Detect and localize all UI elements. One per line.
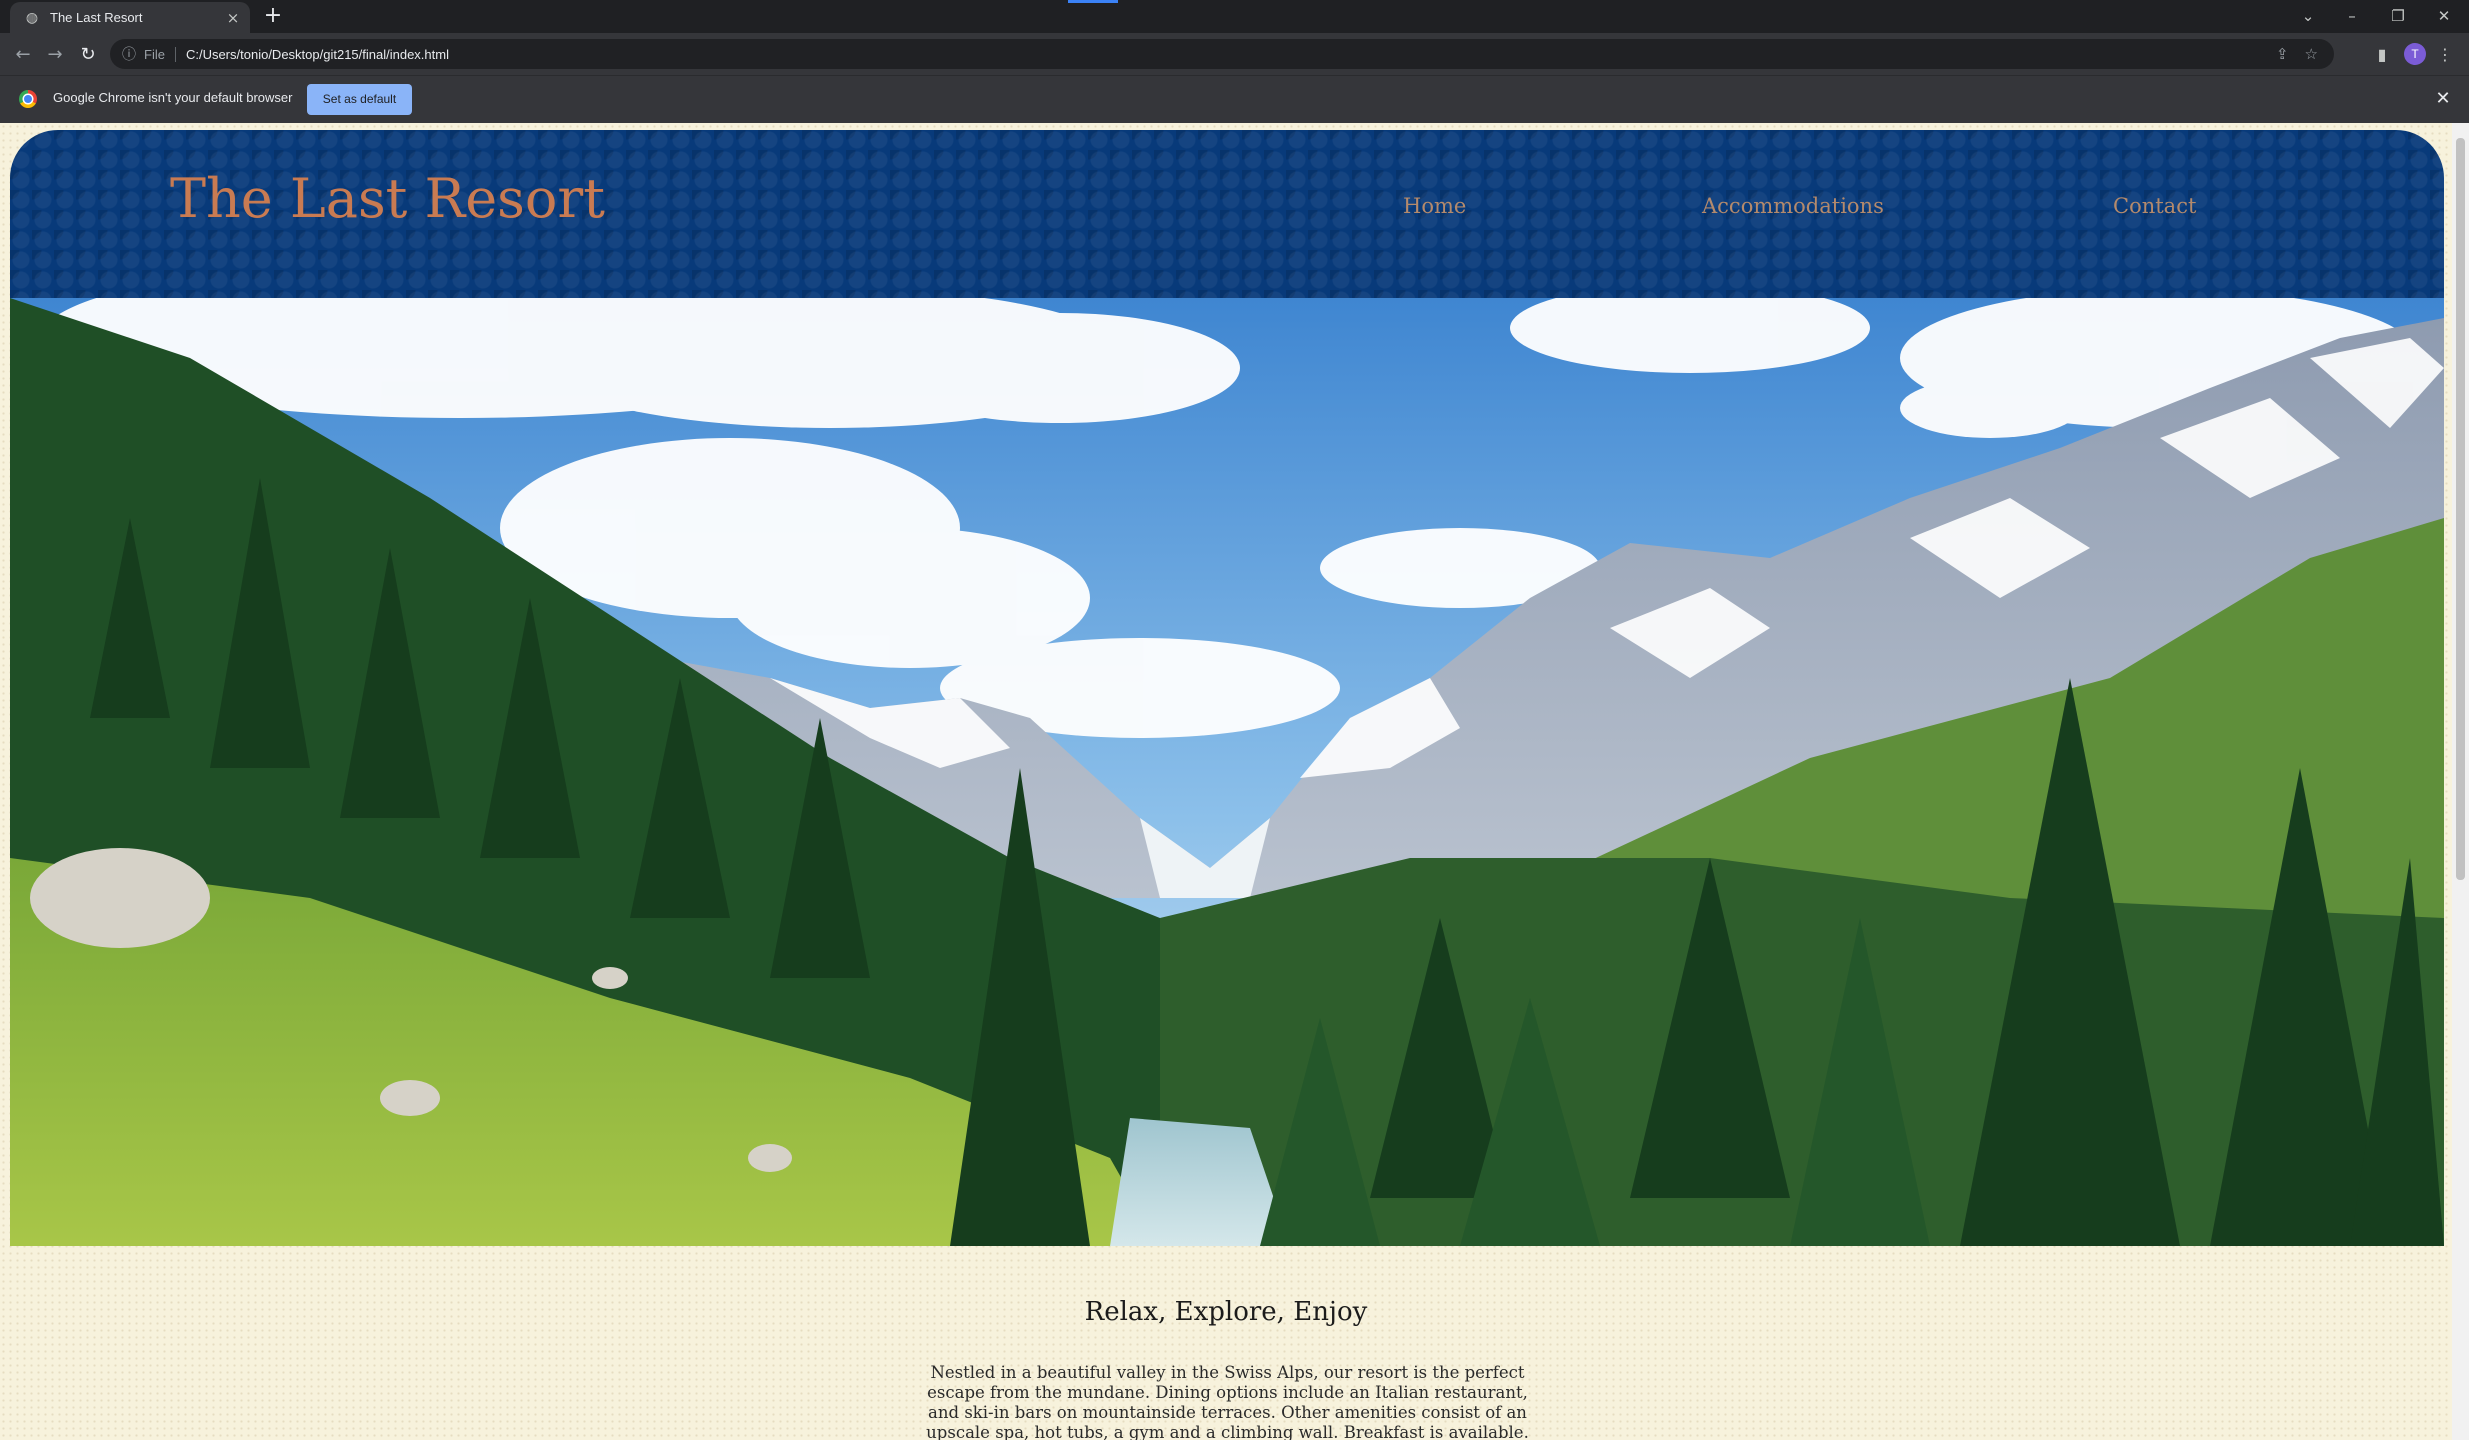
profile-avatar[interactable]: T: [2404, 43, 2426, 65]
browser-toolbar: ← → ↻ ⓘ File C:/Users/tonio/Desktop/git2…: [0, 33, 2469, 75]
reload-icon[interactable]: ↻: [75, 42, 101, 68]
back-arrow-icon[interactable]: ←: [10, 42, 36, 68]
new-tab-plus-icon[interactable]: +: [262, 5, 284, 27]
forward-arrow-icon[interactable]: →: [42, 42, 68, 68]
browser-tab-strip: ◍ The Last Resort × + ⌄ – ❐ ✕: [0, 0, 2469, 33]
infobar-message: Google Chrome isn't your default browser: [53, 90, 293, 105]
minimize-icon[interactable]: –: [2332, 4, 2372, 28]
nav-link-contact[interactable]: Contact: [2113, 194, 2196, 218]
browser-tab[interactable]: ◍ The Last Resort ×: [10, 2, 250, 33]
chrome-logo-icon: [19, 90, 37, 108]
menu-kebab-icon[interactable]: ⋮: [2432, 42, 2458, 68]
tab-close-icon[interactable]: ×: [224, 9, 242, 27]
set-as-default-button[interactable]: Set as default: [307, 84, 412, 115]
globe-icon: ◍: [25, 9, 39, 26]
scrollbar-thumb[interactable]: [2456, 138, 2465, 880]
site-header: The Last Resort Home Accommodations Cont…: [10, 130, 2444, 298]
site-title[interactable]: The Last Resort: [170, 172, 605, 226]
mountain-valley-photo: [10, 298, 2444, 1246]
default-browser-infobar: Google Chrome isn't your default browser…: [0, 75, 2469, 124]
intro-paragraph: Nestled in a beautiful valley in the Swi…: [926, 1363, 1529, 1440]
page-scrollbar[interactable]: [2452, 123, 2469, 1440]
side-panel-icon[interactable]: ▮: [2369, 42, 2395, 68]
page-viewport: The Last Resort Home Accommodations Cont…: [0, 123, 2452, 1440]
tab-strip-accent: [1068, 0, 1118, 3]
address-bar[interactable]: ⓘ File C:/Users/tonio/Desktop/git215/fin…: [110, 39, 2334, 69]
restore-icon[interactable]: ❐: [2378, 4, 2418, 28]
infobar-close-icon[interactable]: ✕: [2432, 88, 2454, 110]
bookmark-star-icon[interactable]: ☆: [2305, 45, 2318, 63]
nav-link-home[interactable]: Home: [1403, 194, 1466, 218]
tab-search-chevron-icon[interactable]: ⌄: [2288, 4, 2328, 28]
nav-link-accommodations[interactable]: Accommodations: [1702, 194, 1884, 218]
hero-image: [10, 298, 2444, 1246]
share-icon[interactable]: ⇪: [2276, 45, 2289, 63]
url-text[interactable]: C:/Users/tonio/Desktop/git215/final/inde…: [186, 47, 2276, 62]
url-scheme-label: File: [144, 46, 176, 62]
site-info-icon[interactable]: ⓘ: [122, 44, 136, 64]
window-close-icon[interactable]: ✕: [2424, 4, 2464, 28]
tagline-heading: Relax, Explore, Enjoy: [1084, 1297, 1368, 1327]
tab-title: The Last Resort: [50, 10, 143, 25]
